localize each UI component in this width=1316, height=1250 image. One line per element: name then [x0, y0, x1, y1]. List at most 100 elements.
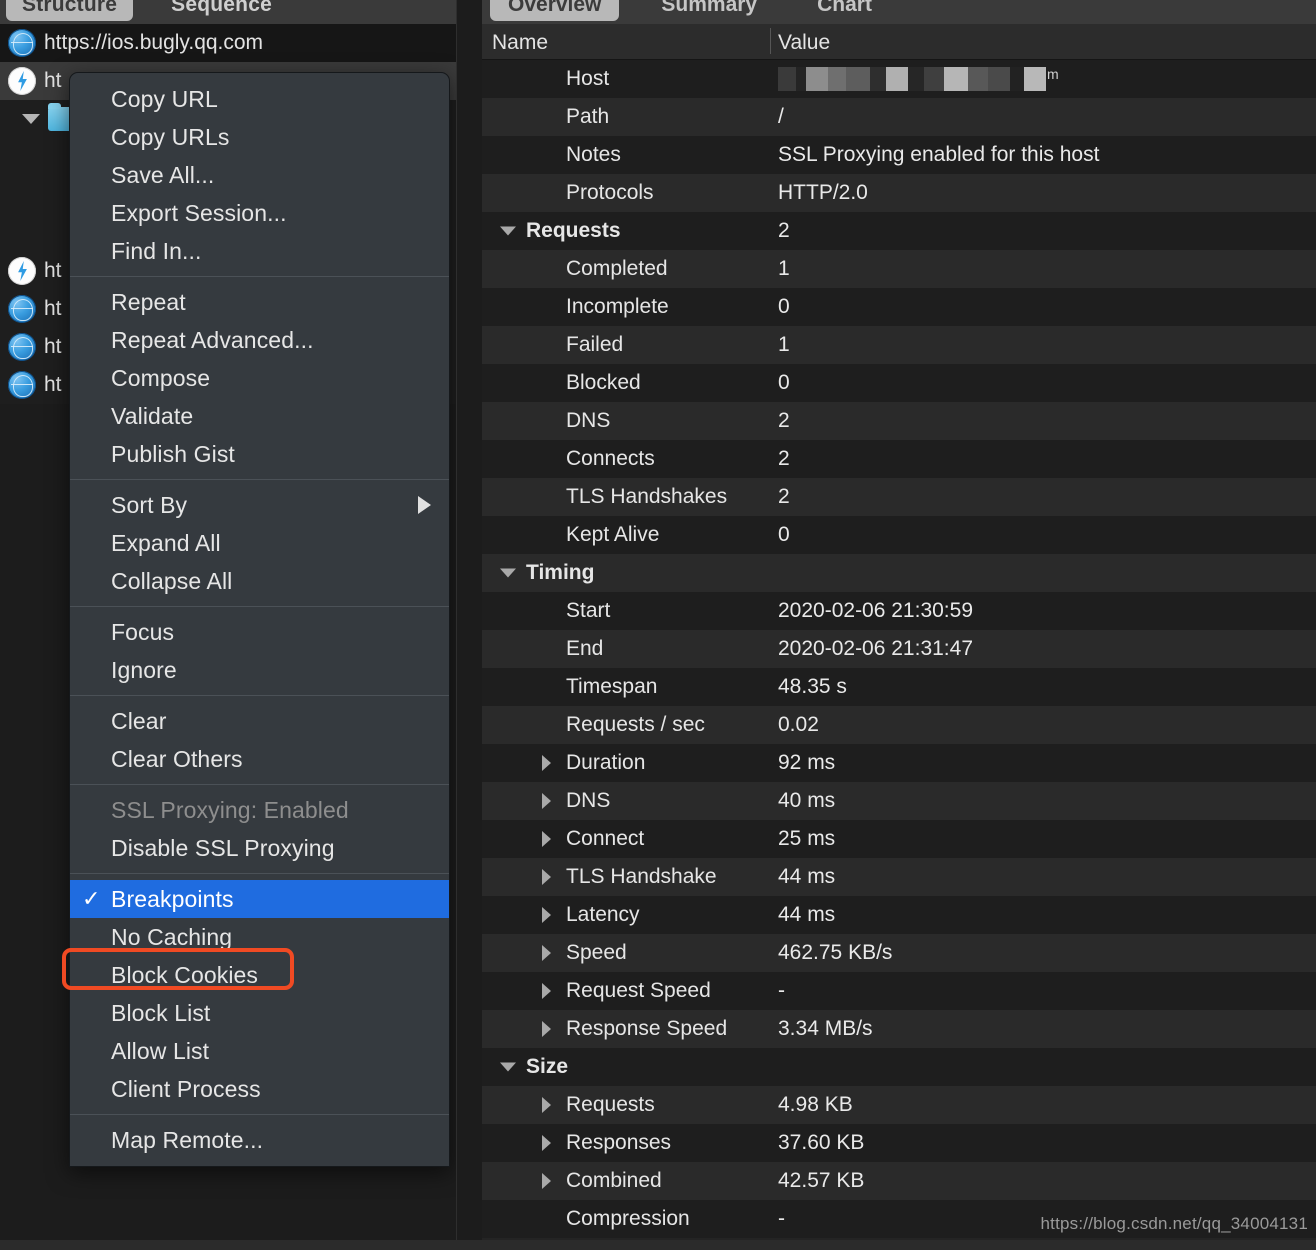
row-value: 37.60 KB	[778, 1131, 865, 1154]
table-row[interactable]: Responses 37.60 KB	[482, 1124, 1316, 1162]
table-row[interactable]: Failed 1	[482, 326, 1316, 364]
menu-item-sort-by[interactable]: Sort By	[70, 486, 449, 524]
chevron-right-icon[interactable]	[542, 945, 551, 961]
menu-item-copy-url[interactable]: Copy URL	[70, 80, 449, 118]
menu-item-label: Expand All	[111, 529, 221, 556]
table-row[interactable]: Host m	[482, 60, 1316, 98]
table-row[interactable]: Blocked 0	[482, 364, 1316, 402]
menu-item-label: Repeat Advanced...	[111, 326, 314, 353]
column-divider[interactable]	[770, 28, 771, 54]
table-row[interactable]: Speed 462.75 KB/s	[482, 934, 1316, 972]
chevron-right-icon[interactable]	[542, 793, 551, 809]
menu-separator	[70, 479, 449, 480]
row-name: Size	[526, 1055, 569, 1078]
row-value: SSL Proxying enabled for this host	[778, 143, 1100, 166]
table-row[interactable]: Notes SSL Proxying enabled for this host	[482, 136, 1316, 174]
menu-item-label: Client Process	[111, 1075, 261, 1102]
menu-item-save-all[interactable]: Save All...	[70, 156, 449, 194]
tab-sequence[interactable]: Sequence	[155, 0, 288, 21]
table-row[interactable]: Connects 2	[482, 440, 1316, 478]
chevron-down-icon[interactable]	[500, 1062, 516, 1072]
chevron-down-icon[interactable]	[22, 114, 40, 124]
chevron-right-icon[interactable]	[542, 1173, 551, 1189]
panel-divider[interactable]	[456, 0, 482, 1250]
table-row[interactable]: Protocols HTTP/2.0	[482, 174, 1316, 212]
table-row[interactable]: DNS 40 ms	[482, 782, 1316, 820]
tab-overview[interactable]: Overview	[490, 0, 620, 21]
chevron-right-icon[interactable]	[542, 1097, 551, 1113]
check-icon: ✓	[82, 886, 101, 911]
table-row[interactable]: Requests 4.98 KB	[482, 1086, 1316, 1124]
tab-chart[interactable]: Chart	[799, 0, 890, 21]
row-name: Requests / sec	[566, 713, 705, 736]
chevron-down-icon[interactable]	[500, 568, 516, 578]
menu-item-find-in[interactable]: Find In...	[70, 232, 449, 270]
table-row[interactable]: Latency 44 ms	[482, 896, 1316, 934]
table-row[interactable]: Kept Alive 0	[482, 516, 1316, 554]
tab-structure[interactable]: Structure	[6, 0, 134, 21]
menu-item-label: Validate	[111, 402, 194, 429]
row-value: 2	[778, 409, 790, 432]
list-item[interactable]: https://ios.bugly.qq.com	[0, 24, 456, 62]
table-row[interactable]: Timespan 48.35 s	[482, 668, 1316, 706]
chevron-right-icon[interactable]	[542, 1021, 551, 1037]
chevron-down-icon[interactable]	[500, 226, 516, 236]
table-row[interactable]: TLS Handshakes 2	[482, 478, 1316, 516]
row-value: 4.98 KB	[778, 1093, 853, 1116]
context-menu[interactable]: Copy URL Copy URLs Save All... Export Se…	[69, 72, 450, 1167]
chevron-right-icon[interactable]	[542, 983, 551, 999]
table-row[interactable]: Connect 25 ms	[482, 820, 1316, 858]
table-row[interactable]: Requests / sec 0.02	[482, 706, 1316, 744]
chevron-right-icon[interactable]	[542, 907, 551, 923]
menu-item-block-cookies[interactable]: Block Cookies	[70, 956, 449, 994]
table-row[interactable]: Completed 1	[482, 250, 1316, 288]
chevron-right-icon[interactable]	[542, 755, 551, 771]
menu-item-disable-ssl-proxying[interactable]: Disable SSL Proxying	[70, 829, 449, 867]
menu-separator	[70, 606, 449, 607]
menu-item-label: Block Cookies	[111, 961, 259, 988]
menu-item-allow-list[interactable]: Allow List	[70, 1032, 449, 1070]
table-row[interactable]: Duration 92 ms	[482, 744, 1316, 782]
menu-item-validate[interactable]: Validate	[70, 397, 449, 435]
menu-item-repeat-advanced[interactable]: Repeat Advanced...	[70, 321, 449, 359]
table-row[interactable]: Request Speed -	[482, 972, 1316, 1010]
menu-item-ignore[interactable]: Ignore	[70, 651, 449, 689]
table-row[interactable]: Combined 42.57 KB	[482, 1162, 1316, 1200]
table-row[interactable]: TLS Handshake 44 ms	[482, 858, 1316, 896]
chevron-right-icon[interactable]	[542, 1135, 551, 1151]
menu-item-map-remote[interactable]: Map Remote...	[70, 1121, 449, 1159]
column-header-value[interactable]: Value	[778, 31, 830, 55]
menu-item-expand-all[interactable]: Expand All	[70, 524, 449, 562]
menu-item-client-process[interactable]: Client Process	[70, 1070, 449, 1108]
menu-item-publish-gist[interactable]: Publish Gist	[70, 435, 449, 473]
menu-item-focus[interactable]: Focus	[70, 613, 449, 651]
table-row[interactable]: Path /	[482, 98, 1316, 136]
table-row[interactable]: Timing	[482, 554, 1316, 592]
menu-item-repeat[interactable]: Repeat	[70, 283, 449, 321]
row-value: 25 ms	[778, 827, 836, 850]
table-row[interactable]: DNS 2	[482, 402, 1316, 440]
table-row[interactable]: Incomplete 0	[482, 288, 1316, 326]
row-name: Start	[566, 599, 611, 622]
table-row[interactable]: End 2020-02-06 21:31:47	[482, 630, 1316, 668]
menu-item-compose[interactable]: Compose	[70, 359, 449, 397]
table-row[interactable]: Response Speed 3.34 MB/s	[482, 1010, 1316, 1048]
menu-item-no-caching[interactable]: No Caching	[70, 918, 449, 956]
menu-item-clear[interactable]: Clear	[70, 702, 449, 740]
menu-item-label: No Caching	[111, 923, 233, 950]
menu-item-clear-others[interactable]: Clear Others	[70, 740, 449, 778]
menu-item-export-session[interactable]: Export Session...	[70, 194, 449, 232]
menu-item-collapse-all[interactable]: Collapse All	[70, 562, 449, 600]
menu-item-copy-urls[interactable]: Copy URLs	[70, 118, 449, 156]
tab-summary[interactable]: Summary	[643, 0, 775, 21]
column-header-name[interactable]: Name	[492, 31, 548, 55]
table-row[interactable]: Start 2020-02-06 21:30:59	[482, 592, 1316, 630]
menu-item-block-list[interactable]: Block List	[70, 994, 449, 1032]
row-name: DNS	[566, 409, 611, 432]
table-row[interactable]: Size	[482, 1048, 1316, 1086]
menu-item-breakpoints[interactable]: ✓ Breakpoints	[70, 880, 449, 918]
table-row[interactable]: Requests 2	[482, 212, 1316, 250]
chevron-right-icon[interactable]	[542, 831, 551, 847]
chevron-right-icon[interactable]	[542, 869, 551, 885]
row-name: Timing	[526, 561, 595, 584]
